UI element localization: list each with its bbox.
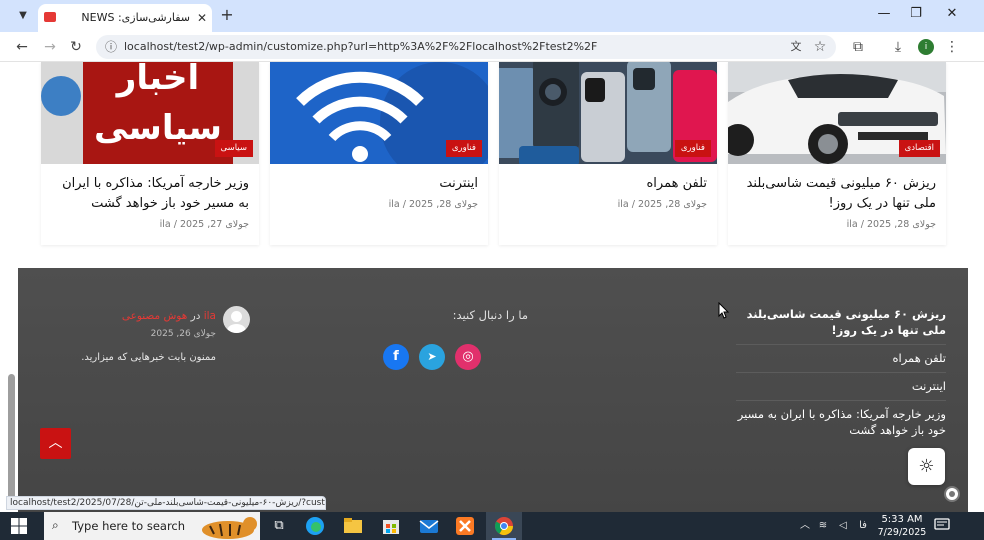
tab-favicon-icon: [44, 12, 56, 22]
theme-toggle-button[interactable]: ☼: [908, 448, 945, 485]
forward-arrow-icon[interactable]: →: [40, 37, 60, 57]
site-footer: ریزش ۶۰ میلیونی قیمت شاسی‌بلند ملی تنها …: [18, 268, 968, 512]
clock-time[interactable]: 5:33 AM: [872, 514, 932, 525]
notification-icon[interactable]: [934, 518, 950, 532]
address-bar[interactable]: ⓘ localhost/test2/wp-admin/customize.php…: [96, 35, 836, 59]
search-icon: ⌕: [52, 518, 59, 532]
instagram-icon[interactable]: ◎: [455, 344, 481, 370]
minimize-button[interactable]: —: [870, 4, 898, 24]
new-tab-button[interactable]: +: [218, 6, 236, 24]
comment-author-link[interactable]: ila: [204, 310, 216, 322]
post-title[interactable]: وزیر خارجه آمریکا: مذاکره با ایران به مس…: [49, 174, 249, 214]
mouse-cursor: [718, 302, 730, 319]
search-placeholder: Type here to search: [72, 519, 186, 533]
menu-icon[interactable]: ⋮: [942, 37, 962, 57]
clock-date[interactable]: 7/29/2025: [872, 527, 932, 538]
url-text[interactable]: localhost/test2/wp-admin/customize.php?u…: [124, 35, 597, 59]
status-url-bubble: localhost/test2/2025/07/28/ریزش-۶۰-میلیو…: [6, 496, 326, 510]
chevron-up-icon[interactable]: ︿: [798, 518, 812, 534]
follow-us-title: ما را دنبال کنید:: [452, 308, 528, 322]
facebook-icon[interactable]: f: [383, 344, 409, 370]
telegram-icon[interactable]: ➤: [419, 344, 445, 370]
translate-icon[interactable]: 文: [786, 37, 806, 57]
category-badge[interactable]: سیاسی: [214, 140, 253, 157]
post-meta: جولای 28, 2025 / ila: [846, 219, 936, 230]
post-card[interactable]: اقتصادی ریزش ۶۰ میلیونی قیمت شاسی‌بلند م…: [728, 62, 946, 245]
browser-tab[interactable]: سفارشی‌سازی: NEWS ✕: [38, 4, 212, 32]
image-text-akhbar: اخبار: [116, 62, 200, 98]
close-window-button[interactable]: ✕: [938, 4, 966, 24]
profile-avatar[interactable]: i: [918, 39, 934, 55]
star-icon[interactable]: ☆: [810, 37, 830, 57]
post-meta: جولای 27, 2025 / ila: [159, 219, 249, 230]
tab-title: سفارشی‌سازی: NEWS: [81, 11, 190, 24]
post-card[interactable]: فناوری تلفن همراه جولای 28, 2025 / ila: [499, 62, 717, 245]
globe-icon: [41, 76, 81, 116]
store-icon[interactable]: [380, 516, 402, 536]
restore-button[interactable]: ❐: [902, 4, 930, 24]
tiger-illustration: [202, 517, 257, 539]
page-viewport: اقتصادی ریزش ۶۰ میلیونی قیمت شاسی‌بلند م…: [0, 62, 984, 512]
category-badge[interactable]: فناوری: [674, 140, 711, 157]
windows-icon[interactable]: [10, 517, 28, 535]
windows-taskbar: ⌕ Type here to search ⧉ ︿ ≋ ◁ فا 5:33 AM: [0, 512, 984, 540]
divider: [736, 344, 946, 345]
post-meta: جولای 28, 2025 / ila: [617, 199, 707, 210]
recent-comment-heading: ila در هوش مصنوعی: [58, 310, 216, 322]
comment-text: ممنون بابت خبرهایی که میزارید.: [81, 352, 216, 363]
post-card[interactable]: اخبار سیاسی سیاسی وزیر خارجه آمریکا: مذا…: [41, 62, 259, 245]
footer-recent-post[interactable]: اینترنت: [736, 378, 946, 394]
reload-icon[interactable]: ↻: [66, 37, 86, 57]
scrollbar[interactable]: [8, 374, 15, 502]
footer-recent-post[interactable]: ریزش ۶۰ میلیونی قیمت شاسی‌بلند ملی تنها …: [736, 306, 946, 338]
post-title[interactable]: ریزش ۶۰ میلیونی قیمت شاسی‌بلند ملی تنها …: [736, 174, 936, 214]
back-to-top-button[interactable]: ︿: [40, 428, 71, 459]
sun-icon: ☼: [918, 456, 935, 477]
tab-close-icon[interactable]: ✕: [194, 10, 210, 26]
avatar: [223, 306, 250, 333]
chrome-taskbar-button[interactable]: [486, 512, 522, 540]
footer-recent-post[interactable]: تلفن همراه: [736, 350, 946, 366]
task-view-icon[interactable]: ⧉: [268, 516, 290, 536]
post-card[interactable]: فناوری اینترنت جولای 28, 2025 / ila: [270, 62, 488, 245]
footer-recent-post[interactable]: وزیر خارجه آمریکا: مذاکره با ایران به مس…: [736, 406, 946, 438]
download-icon[interactable]: ⤓: [888, 37, 908, 57]
customizer-float-button[interactable]: [944, 486, 960, 502]
xampp-icon[interactable]: [454, 516, 476, 536]
divider: [736, 372, 946, 373]
divider: [736, 400, 946, 401]
chevron-up-icon: ︿: [48, 435, 63, 451]
tab-search-button[interactable]: ▼: [12, 6, 34, 26]
edge-icon[interactable]: [304, 516, 326, 536]
wifi-icon[interactable]: ≋: [816, 518, 830, 534]
post-meta: جولای 28, 2025 / ila: [388, 199, 478, 210]
browser-toolbar: ← → ↻ ⓘ localhost/test2/wp-admin/customi…: [0, 32, 984, 62]
file-explorer-icon[interactable]: [342, 516, 364, 536]
volume-icon[interactable]: ◁: [836, 518, 850, 534]
post-title[interactable]: تلفن همراه: [507, 174, 708, 194]
tab-strip: ▼ سفارشی‌سازی: NEWS ✕ + — ❐ ✕: [0, 0, 984, 32]
post-title[interactable]: اینترنت: [278, 174, 478, 194]
comment-post-link[interactable]: هوش مصنوعی: [122, 310, 187, 322]
chrome-icon: [495, 517, 513, 536]
comment-connector: در: [190, 310, 201, 322]
language-indicator[interactable]: فا: [856, 518, 870, 534]
taskbar-search[interactable]: ⌕ Type here to search: [44, 512, 260, 540]
category-badge[interactable]: فناوری: [445, 140, 482, 157]
comment-date: جولای 26, 2025: [150, 329, 216, 339]
site-info-icon[interactable]: ⓘ: [102, 38, 120, 56]
back-arrow-icon[interactable]: ←: [12, 37, 32, 57]
image-text-siasi: سیاسی: [94, 108, 222, 148]
category-badge[interactable]: اقتصادی: [898, 140, 940, 157]
extensions-icon[interactable]: ⧉: [848, 37, 868, 57]
mail-icon[interactable]: [418, 516, 440, 536]
